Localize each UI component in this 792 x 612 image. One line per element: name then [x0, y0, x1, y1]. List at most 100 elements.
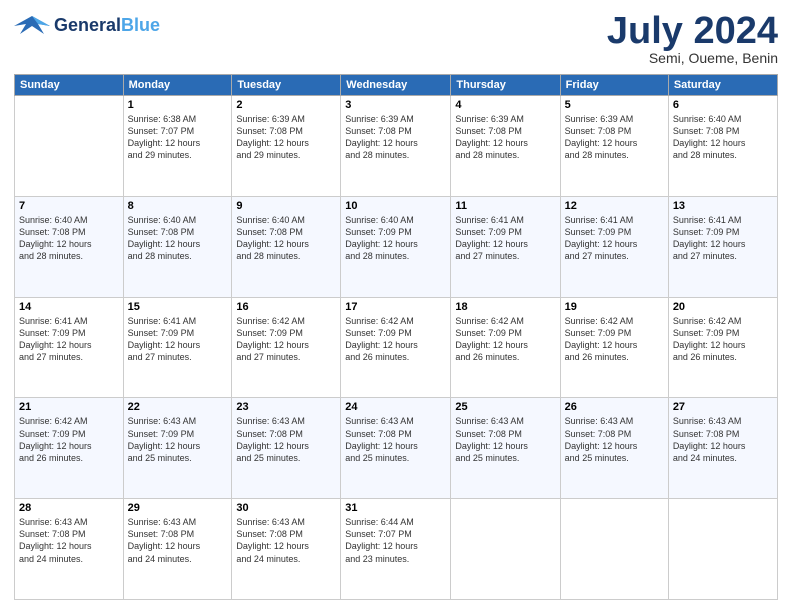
- sunset-text: Sunset: 7:09 PM: [673, 327, 773, 339]
- day-number: 21: [19, 401, 119, 413]
- table-row: 25Sunrise: 6:43 AMSunset: 7:08 PMDayligh…: [451, 398, 560, 499]
- daylight-text-cont: and 25 minutes.: [455, 452, 555, 464]
- logo-text: GeneralBlue: [54, 16, 160, 36]
- day-number: 4: [455, 99, 555, 111]
- daylight-text-cont: and 27 minutes.: [673, 250, 773, 262]
- page: GeneralBlue July 2024 Semi, Oueme, Benin…: [0, 0, 792, 612]
- sunrise-text: Sunrise: 6:39 AM: [455, 113, 555, 125]
- sunrise-text: Sunrise: 6:42 AM: [236, 315, 336, 327]
- day-info: Sunrise: 6:40 AMSunset: 7:08 PMDaylight:…: [19, 214, 119, 263]
- sunset-text: Sunset: 7:08 PM: [345, 428, 446, 440]
- table-row: [451, 499, 560, 600]
- daylight-text: Daylight: 12 hours: [565, 440, 664, 452]
- day-info: Sunrise: 6:43 AMSunset: 7:08 PMDaylight:…: [128, 516, 228, 565]
- table-row: 4 Sunrise: 6:39 AMSunset: 7:08 PMDaylight…: [451, 96, 560, 197]
- day-number: 2: [236, 99, 336, 111]
- daylight-text: Daylight: 12 hours: [236, 440, 336, 452]
- day-info: Sunrise: 6:44 AMSunset: 7:07 PMDaylight:…: [345, 516, 446, 565]
- sunset-text: Sunset: 7:08 PM: [455, 125, 555, 137]
- sunset-text: Sunset: 7:09 PM: [673, 226, 773, 238]
- sunset-text: Sunset: 7:08 PM: [236, 428, 336, 440]
- day-number: 12: [565, 200, 664, 212]
- daylight-text-cont: and 27 minutes.: [19, 351, 119, 363]
- day-info: Sunrise: 6:40 AMSunset: 7:09 PMDaylight:…: [345, 214, 446, 263]
- sunrise-text: Sunrise: 6:39 AM: [565, 113, 664, 125]
- daylight-text: Daylight: 12 hours: [236, 238, 336, 250]
- sunset-text: Sunset: 7:08 PM: [345, 125, 446, 137]
- sunrise-text: Sunrise: 6:41 AM: [673, 214, 773, 226]
- daylight-text-cont: and 28 minutes.: [673, 149, 773, 161]
- col-saturday: Saturday: [668, 75, 777, 96]
- calendar-title: July 2024: [607, 12, 778, 50]
- day-info: Sunrise: 6:39 AMSunset: 7:08 PMDaylight:…: [236, 113, 336, 162]
- daylight-text: Daylight: 12 hours: [455, 238, 555, 250]
- sunset-text: Sunset: 7:09 PM: [565, 226, 664, 238]
- daylight-text-cont: and 28 minutes.: [565, 149, 664, 161]
- day-number: 20: [673, 301, 773, 313]
- sunrise-text: Sunrise: 6:41 AM: [128, 315, 228, 327]
- logo: GeneralBlue: [14, 12, 160, 40]
- day-number: 28: [19, 502, 119, 514]
- sunrise-text: Sunrise: 6:44 AM: [345, 516, 446, 528]
- daylight-text-cont: and 25 minutes.: [128, 452, 228, 464]
- sunrise-text: Sunrise: 6:40 AM: [19, 214, 119, 226]
- day-info: Sunrise: 6:40 AMSunset: 7:08 PMDaylight:…: [236, 214, 336, 263]
- sunrise-text: Sunrise: 6:43 AM: [565, 415, 664, 427]
- daylight-text-cont: and 24 minutes.: [128, 553, 228, 565]
- sunset-text: Sunset: 7:09 PM: [455, 327, 555, 339]
- table-row: 23Sunrise: 6:43 AMSunset: 7:08 PMDayligh…: [232, 398, 341, 499]
- sunset-text: Sunset: 7:08 PM: [19, 226, 119, 238]
- sunset-text: Sunset: 7:09 PM: [455, 226, 555, 238]
- table-row: 9Sunrise: 6:40 AMSunset: 7:08 PMDaylight…: [232, 196, 341, 297]
- daylight-text: Daylight: 12 hours: [345, 440, 446, 452]
- daylight-text: Daylight: 12 hours: [128, 339, 228, 351]
- sunset-text: Sunset: 7:08 PM: [673, 428, 773, 440]
- daylight-text-cont: and 26 minutes.: [565, 351, 664, 363]
- table-row: 17Sunrise: 6:42 AMSunset: 7:09 PMDayligh…: [341, 297, 451, 398]
- daylight-text: Daylight: 12 hours: [19, 440, 119, 452]
- daylight-text: Daylight: 12 hours: [236, 137, 336, 149]
- sunset-text: Sunset: 7:08 PM: [128, 528, 228, 540]
- sunrise-text: Sunrise: 6:41 AM: [19, 315, 119, 327]
- daylight-text-cont: and 25 minutes.: [345, 452, 446, 464]
- day-info: Sunrise: 6:43 AMSunset: 7:08 PMDaylight:…: [345, 415, 446, 464]
- daylight-text: Daylight: 12 hours: [673, 339, 773, 351]
- daylight-text: Daylight: 12 hours: [673, 440, 773, 452]
- day-number: 25: [455, 401, 555, 413]
- day-info: Sunrise: 6:39 AMSunset: 7:08 PMDaylight:…: [455, 113, 555, 162]
- daylight-text-cont: and 26 minutes.: [19, 452, 119, 464]
- daylight-text-cont: and 27 minutes.: [128, 351, 228, 363]
- table-row: 29Sunrise: 6:43 AMSunset: 7:08 PMDayligh…: [123, 499, 232, 600]
- sunset-text: Sunset: 7:09 PM: [236, 327, 336, 339]
- day-info: Sunrise: 6:42 AMSunset: 7:09 PMDaylight:…: [455, 315, 555, 364]
- table-row: 7Sunrise: 6:40 AMSunset: 7:08 PMDaylight…: [15, 196, 124, 297]
- sunrise-text: Sunrise: 6:43 AM: [128, 516, 228, 528]
- daylight-text: Daylight: 12 hours: [19, 540, 119, 552]
- calendar-location: Semi, Oueme, Benin: [607, 50, 778, 66]
- col-sunday: Sunday: [15, 75, 124, 96]
- table-row: 21Sunrise: 6:42 AMSunset: 7:09 PMDayligh…: [15, 398, 124, 499]
- calendar-week-row: 1Sunrise: 6:38 AMSunset: 7:07 PMDaylight…: [15, 96, 778, 197]
- day-number: 18: [455, 301, 555, 313]
- table-row: 14Sunrise: 6:41 AMSunset: 7:09 PMDayligh…: [15, 297, 124, 398]
- table-row: [668, 499, 777, 600]
- sunrise-text: Sunrise: 6:40 AM: [673, 113, 773, 125]
- sunset-text: Sunset: 7:08 PM: [565, 428, 664, 440]
- day-info: Sunrise: 6:42 AMSunset: 7:09 PMDaylight:…: [565, 315, 664, 364]
- day-number: 24: [345, 401, 446, 413]
- table-row: 10Sunrise: 6:40 AMSunset: 7:09 PMDayligh…: [341, 196, 451, 297]
- table-row: 6Sunrise: 6:40 AMSunset: 7:08 PMDaylight…: [668, 96, 777, 197]
- daylight-text-cont: and 28 minutes.: [128, 250, 228, 262]
- day-info: Sunrise: 6:39 AMSunset: 7:08 PMDaylight:…: [345, 113, 446, 162]
- sunset-text: Sunset: 7:08 PM: [565, 125, 664, 137]
- table-row: 8Sunrise: 6:40 AMSunset: 7:08 PMDaylight…: [123, 196, 232, 297]
- day-info: Sunrise: 6:42 AMSunset: 7:09 PMDaylight:…: [236, 315, 336, 364]
- daylight-text-cont: and 26 minutes.: [673, 351, 773, 363]
- day-info: Sunrise: 6:39 AMSunset: 7:08 PMDaylight:…: [565, 113, 664, 162]
- daylight-text-cont: and 28 minutes.: [19, 250, 119, 262]
- sunset-text: Sunset: 7:07 PM: [128, 125, 228, 137]
- day-number: 16: [236, 301, 336, 313]
- day-number: 5: [565, 99, 664, 111]
- calendar-week-row: 28Sunrise: 6:43 AMSunset: 7:08 PMDayligh…: [15, 499, 778, 600]
- calendar-header-row: Sunday Monday Tuesday Wednesday Thursday…: [15, 75, 778, 96]
